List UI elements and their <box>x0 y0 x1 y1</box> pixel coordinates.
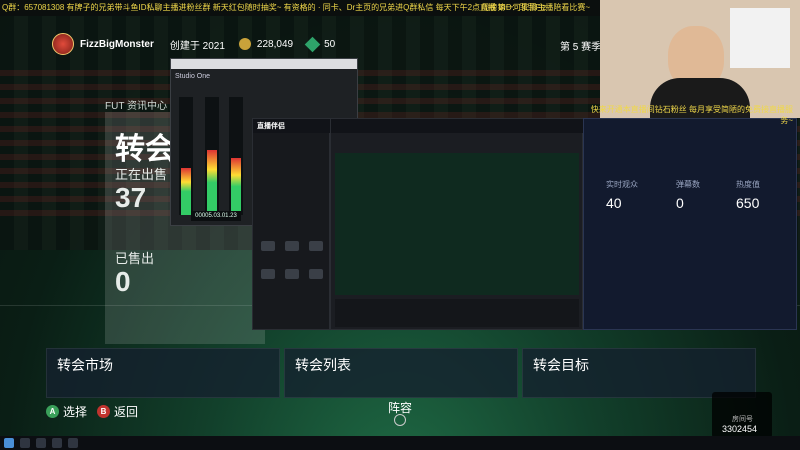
ticker-text: Q群：657081308 有牌子的兄弟带斗鱼ID私聊主播进粉丝群 新天红包随时抽… <box>2 3 547 12</box>
card-label: 转会目标 <box>533 357 589 373</box>
card-transfer-list[interactable]: 转会列表 <box>284 348 518 398</box>
ticker-right-text: 周榜第一可安排主播陪看比赛~ <box>481 3 590 12</box>
analytics-panel: 实时观众 40 弹幕数 0 热度值 650 <box>583 118 797 330</box>
tool-icon[interactable] <box>261 241 275 251</box>
selling-label: 正在出售 <box>115 167 168 182</box>
sold-value: 0 <box>115 266 131 297</box>
tool-icon[interactable] <box>309 269 323 279</box>
points-value: 50 <box>324 38 336 50</box>
channel-strip[interactable] <box>229 97 243 215</box>
profile-bar: FizzBigMonster 创建于 2021 228,049 50 <box>52 33 336 55</box>
stat-label: 弹幕数 <box>676 180 700 189</box>
douyu-panel[interactable]: 直播伴侣 <box>252 118 331 330</box>
channel-strip[interactable] <box>205 97 219 215</box>
window-title: Studio One <box>175 73 211 80</box>
club-badge-icon <box>52 33 74 55</box>
stream-studio-window[interactable] <box>330 118 584 330</box>
room-number: 3302454 <box>722 424 758 434</box>
profile-name: FizzBigMonster <box>80 38 154 50</box>
b-button-icon: B <box>97 405 110 418</box>
stat-label: 实时观众 <box>606 180 638 189</box>
card-label: 转会市场 <box>57 357 113 373</box>
studio-titlebar <box>331 119 584 133</box>
room-label: 房间号 <box>732 416 753 423</box>
fut-hub-label: FUT 资讯中心 <box>105 101 168 112</box>
timecode: 00005.03.01.23 <box>191 211 241 221</box>
lineup-icon <box>394 414 406 426</box>
studio-toolbar <box>335 299 579 327</box>
card-label: 转会列表 <box>295 357 351 373</box>
selling-value: 37 <box>115 182 147 213</box>
coins-icon <box>238 38 251 50</box>
window-titlebar <box>171 59 357 69</box>
select-hint[interactable]: A 选择 <box>46 403 87 420</box>
webcam-feed <box>600 0 800 118</box>
coins-value: 228,049 <box>256 38 294 50</box>
tool-icon[interactable] <box>285 241 299 251</box>
transfer-title: 转会 <box>115 133 175 166</box>
tool-icon[interactable] <box>309 241 323 251</box>
channel-strip[interactable] <box>179 97 193 215</box>
card-transfer-market[interactable]: 转会市场 <box>46 348 280 398</box>
douyu-logo: 直播伴侣 <box>257 123 285 130</box>
season-label: 第 5 赛季 <box>560 42 602 53</box>
app-icon[interactable] <box>68 438 78 448</box>
card-transfer-targets[interactable]: 转会目标 <box>522 348 756 398</box>
app-icon[interactable] <box>20 438 30 448</box>
game-screen: { "stream_overlay": { "ticker_text": "Q群… <box>0 0 800 450</box>
tool-icon[interactable] <box>285 269 299 279</box>
select-label: 选择 <box>63 405 88 419</box>
promo-text: 快来开通本直播间钻石粉丝 每月享受简陋的免费接直播服务~ <box>590 105 793 125</box>
stat-value: 650 <box>736 195 760 211</box>
stat-value: 40 <box>606 195 622 211</box>
stat-label: 热度值 <box>736 180 760 189</box>
sold-label: 已售出 <box>115 251 155 266</box>
jersey <box>730 8 790 68</box>
app-icon[interactable] <box>52 438 62 448</box>
back-hint[interactable]: B 返回 <box>97 403 138 420</box>
taskbar <box>0 436 800 450</box>
back-label: 返回 <box>114 405 139 419</box>
start-icon[interactable] <box>4 438 14 448</box>
profile-created: 创建于 2021 <box>169 40 225 52</box>
app-icon[interactable] <box>36 438 46 448</box>
studio-preview <box>335 153 579 295</box>
stat-value: 0 <box>676 195 684 211</box>
room-watermark: 房间号 3302454 <box>712 392 772 438</box>
a-button-icon: A <box>46 405 59 418</box>
tool-icon[interactable] <box>261 269 275 279</box>
points-icon <box>304 36 321 52</box>
